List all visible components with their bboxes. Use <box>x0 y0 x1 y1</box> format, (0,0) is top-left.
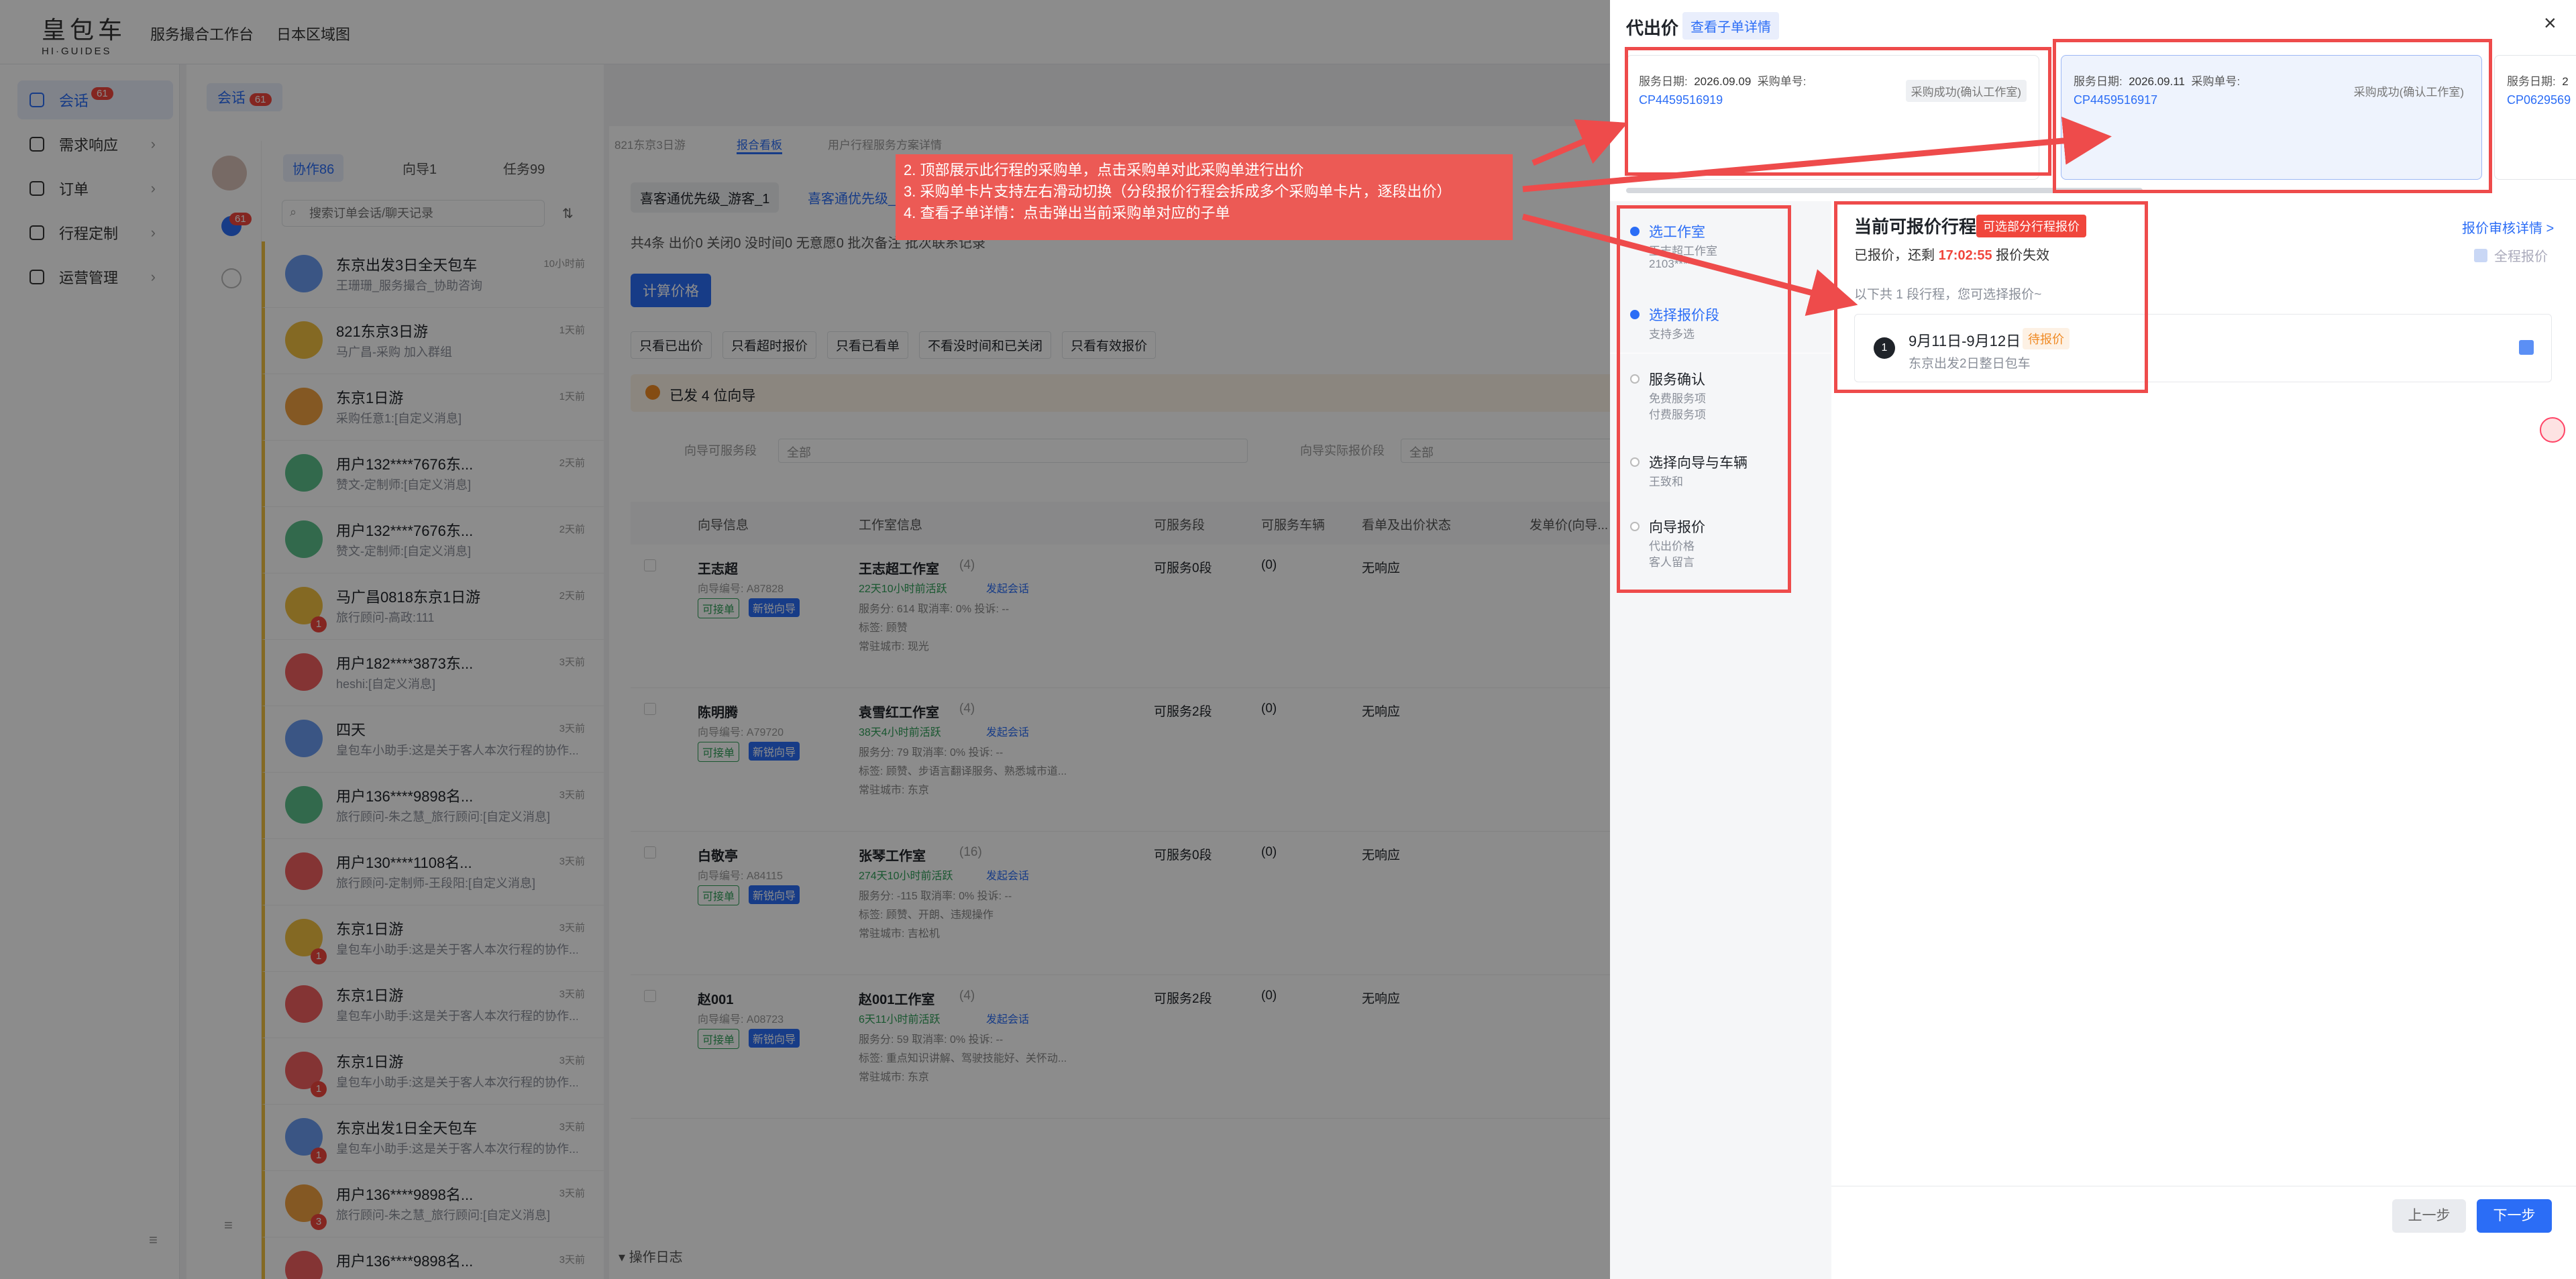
arrow-to-card-2 <box>1522 116 2112 192</box>
annotation-arrows <box>1521 116 2112 317</box>
arrow-to-itinerary <box>1521 213 1858 317</box>
arrow-to-card-1 <box>1532 119 1628 166</box>
